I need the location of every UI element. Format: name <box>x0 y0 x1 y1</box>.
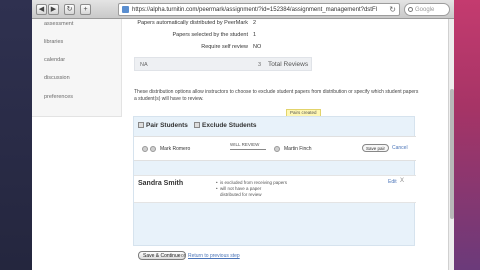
tab-exclude-students[interactable]: Exclude Students <box>194 120 257 132</box>
self-review-value: NO <box>253 44 262 50</box>
bullet-icon: • <box>216 180 218 185</box>
sidebar: assessment libraries calendar discussion… <box>32 19 122 117</box>
reviewee-name: Martin Finch <box>284 146 312 152</box>
bullet-icon: • <box>216 186 218 191</box>
total-label: Total Reviews <box>268 61 309 68</box>
return-previous-step-link[interactable]: Return to previous step <box>188 253 240 259</box>
delete-icon[interactable]: X <box>400 178 404 184</box>
site-favicon-icon <box>122 6 129 13</box>
total-count: 3 <box>258 62 262 68</box>
address-bar[interactable]: https://alpha.turnitin.com/peermark/assi… <box>118 3 400 16</box>
exclude-icon <box>194 122 200 128</box>
tab-pair-students-label: Pair Students <box>146 122 188 129</box>
add-bookmark-icon[interactable]: + <box>80 4 91 15</box>
vertical-scrollbar[interactable] <box>448 19 454 270</box>
auto-distributed-label: Papers automatically distributed by Peer… <box>137 20 248 26</box>
desktop-background-right <box>454 0 480 270</box>
sidebar-item-discussion[interactable]: discussion <box>44 75 70 81</box>
reload-icon[interactable]: ↻ <box>64 4 75 15</box>
total-na: NA <box>140 62 148 68</box>
self-review-label: Require self review <box>201 44 248 50</box>
forward-icon[interactable]: ▶ <box>48 4 59 15</box>
search-input[interactable]: Google <box>404 3 450 16</box>
cancel-link[interactable]: Cancel <box>392 145 408 151</box>
excluded-student-row: Sandra Smith • is excluded from receiving… <box>134 175 416 203</box>
desktop-background-left <box>0 0 32 270</box>
distribution-description: These distribution options allow instruc… <box>134 89 419 102</box>
will-review-label: WILL REVIEW <box>230 142 260 147</box>
pair-row: Mark Romero WILL REVIEW Martin Finch Sav… <box>134 136 416 161</box>
refresh-icon[interactable]: ↻ <box>389 4 396 15</box>
student-selected-label: Papers selected by the student <box>172 32 248 38</box>
search-icon <box>408 7 413 12</box>
sidebar-item-libraries[interactable]: libraries <box>44 39 63 45</box>
student-note-excluded: • is excluded from receiving papers <box>216 180 288 186</box>
arrow-icon <box>230 149 266 150</box>
sidebar-item-calendar[interactable]: calendar <box>44 57 65 63</box>
auto-distributed-value: 2 <box>253 20 257 26</box>
tab-exclude-students-label: Exclude Students <box>202 122 257 129</box>
edit-link[interactable]: Edit <box>388 179 397 185</box>
save-pair-button[interactable]: Save pair <box>362 144 390 152</box>
browser-window: ◀ ▶ ↻ + https://alpha.turnitin.com/peerm… <box>32 0 454 270</box>
reviewee-circle-icon[interactable] <box>274 146 280 152</box>
add-circle-icon[interactable] <box>150 146 156 152</box>
url-text[interactable]: https://alpha.turnitin.com/peermark/assi… <box>132 5 377 15</box>
student-selected-value: 1 <box>253 32 257 38</box>
sidebar-item-assessment[interactable]: assessment <box>44 21 73 27</box>
sidebar-item-preferences[interactable]: preferences <box>44 94 73 100</box>
search-placeholder: Google <box>415 7 435 13</box>
scrollbar-thumb[interactable] <box>450 89 454 219</box>
student-note-no-distribution-text: will not have a paper distributed for re… <box>220 186 262 197</box>
browser-toolbar: ◀ ▶ ↻ + https://alpha.turnitin.com/peerm… <box>32 0 454 19</box>
distribution-panel: Pair Students Exclude Students Mark Rome… <box>133 116 416 246</box>
remove-circle-icon[interactable] <box>142 146 148 152</box>
student-name: Sandra Smith <box>138 180 184 187</box>
student-note-no-distribution: • will not have a paper distributed for r… <box>216 186 274 197</box>
reviewer-name: Mark Romero <box>160 146 191 152</box>
main-content: Papers automatically distributed by Peer… <box>128 19 448 270</box>
pair-icon <box>138 122 144 128</box>
distribution-tabs: Pair Students Exclude Students <box>134 117 416 134</box>
student-note-excluded-text: is excluded from receiving papers <box>220 180 288 185</box>
tab-pair-students[interactable]: Pair Students <box>138 120 188 132</box>
footer-or: or <box>181 253 186 259</box>
save-continue-button[interactable]: Save & Continue <box>138 251 186 260</box>
total-reviews-box: NA 3 Total Reviews <box>134 57 312 71</box>
back-icon[interactable]: ◀ <box>36 4 47 15</box>
page-content: assessment libraries calendar discussion… <box>32 19 454 270</box>
